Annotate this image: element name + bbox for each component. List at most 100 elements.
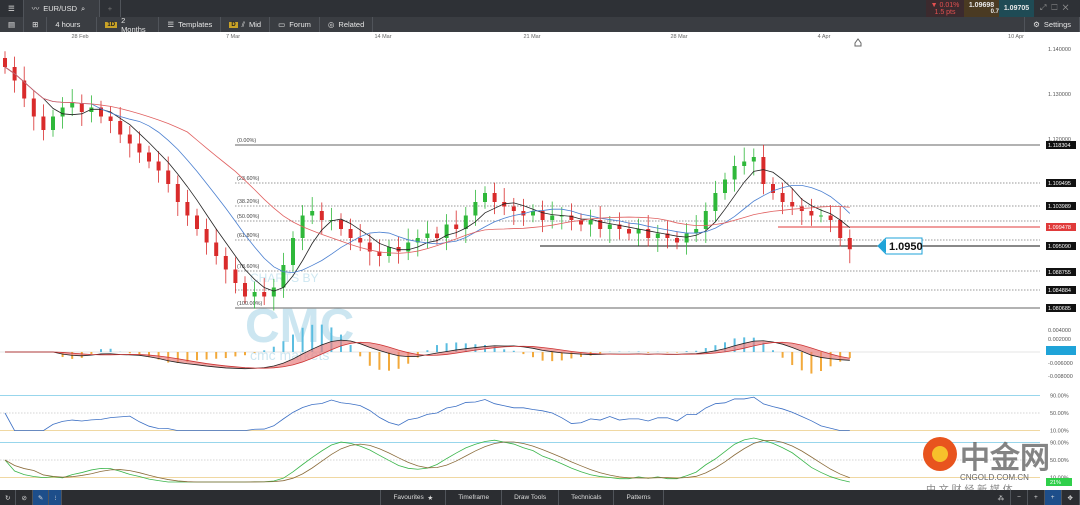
macd-histogram-bar bbox=[100, 349, 102, 352]
candle-body bbox=[454, 224, 459, 229]
price-type-select[interactable]: D ⫽ Mid bbox=[221, 17, 271, 32]
macd-histogram-bar bbox=[551, 352, 554, 362]
candle-body bbox=[166, 170, 171, 184]
candle-body bbox=[252, 292, 257, 297]
refresh-icon[interactable]: ↻ bbox=[0, 490, 17, 505]
candle-body bbox=[607, 224, 612, 229]
forum-button[interactable]: ▭ Forum bbox=[270, 17, 320, 32]
fib-label: (0.00%) bbox=[237, 138, 256, 144]
templates-button[interactable]: ☰ Templates bbox=[159, 17, 222, 32]
points-icon[interactable]: ⁝ bbox=[49, 490, 63, 505]
forum-label: Forum bbox=[289, 20, 311, 29]
tab-patterns[interactable]: Patterns bbox=[614, 490, 664, 505]
window-controls[interactable]: ⤢☐✕ bbox=[1040, 3, 1074, 13]
macd-histogram-bar bbox=[695, 350, 698, 352]
symbol-label: EUR/USD bbox=[43, 4, 77, 13]
candle-body bbox=[636, 229, 641, 234]
macd-histogram-bar bbox=[234, 352, 237, 357]
macd-histogram-bar bbox=[445, 343, 448, 352]
zoom-in-icon[interactable]: + bbox=[1028, 490, 1045, 505]
interval-select[interactable]: 4 hours bbox=[47, 17, 98, 32]
macd-histogram-bar bbox=[215, 352, 218, 359]
candle-body bbox=[233, 269, 238, 283]
tab-technicals[interactable]: Technicals bbox=[559, 490, 615, 505]
menu-icon[interactable]: ☰ bbox=[0, 0, 24, 17]
candle-body bbox=[358, 238, 363, 243]
zoom-out-icon[interactable]: − bbox=[1011, 490, 1028, 505]
candle-body bbox=[732, 166, 737, 180]
macd-histogram-bar bbox=[368, 352, 371, 366]
candle-body bbox=[156, 161, 161, 171]
candle-body bbox=[406, 242, 411, 252]
bid-button[interactable]: 1.09698 0.7 bbox=[964, 0, 999, 17]
settings-button[interactable]: ⚙ Settings bbox=[1024, 17, 1080, 32]
macd-histogram-bar bbox=[128, 352, 131, 354]
candle-body bbox=[223, 256, 228, 270]
macd-tick: -0.008000 bbox=[1048, 374, 1073, 380]
macd-histogram-bar bbox=[599, 352, 602, 354]
related-button[interactable]: ◎ Related bbox=[320, 17, 374, 32]
candle-body bbox=[348, 229, 353, 238]
crosshair-icon[interactable]: ⁂ bbox=[992, 490, 1012, 505]
candle-body bbox=[127, 134, 132, 144]
macd-histogram-bar bbox=[503, 349, 506, 352]
price-annotation[interactable]: 1.0950 bbox=[877, 237, 923, 255]
macd-histogram-bar bbox=[311, 324, 314, 352]
macd-histogram-bar bbox=[90, 352, 93, 354]
candle-body bbox=[627, 229, 631, 234]
tab-timeframe[interactable]: Timeframe bbox=[446, 490, 503, 505]
macd-tick: -0.006000 bbox=[1048, 361, 1073, 367]
price-chart[interactable]: 28 Feb 7 Mar 14 Mar 21 Mar 28 Mar 4 Apr 10 Apr… bbox=[0, 32, 1080, 490]
price-label: 1.118304 bbox=[1048, 143, 1071, 149]
tab-favourites[interactable]: Favourites ★ bbox=[380, 490, 447, 505]
macd-histogram-bar bbox=[253, 352, 256, 353]
candle-body bbox=[195, 215, 199, 229]
tab-draw-tools[interactable]: Draw Tools bbox=[502, 490, 560, 505]
chart-icon: 〰 bbox=[31, 4, 40, 13]
candle-body bbox=[70, 103, 75, 108]
technicals-label: Technicals bbox=[571, 494, 602, 501]
candle-body bbox=[243, 283, 247, 297]
grid-icon[interactable]: ⊞ bbox=[24, 17, 48, 32]
home-icon[interactable] bbox=[854, 38, 862, 47]
candle-body bbox=[339, 220, 343, 229]
change-pct: ▼ 0.01% bbox=[930, 1, 960, 9]
range-badge: 1D bbox=[105, 21, 118, 28]
symbol-tab[interactable]: 〰 EUR/USD ⌕ bbox=[23, 0, 100, 17]
cursor-icon[interactable]: + bbox=[1044, 490, 1062, 505]
candle-body bbox=[41, 116, 46, 130]
pan-icon[interactable]: ✥ bbox=[1062, 490, 1080, 505]
price-label: 1.080685 bbox=[1048, 306, 1071, 312]
x-axis-label: 21 Mar bbox=[523, 34, 540, 40]
macd-histogram-bar bbox=[388, 352, 390, 371]
candle-body bbox=[790, 202, 795, 207]
candle-body bbox=[214, 242, 219, 256]
candle-body bbox=[262, 292, 267, 297]
osc1-line bbox=[4, 396, 850, 432]
macd-current-bg bbox=[1046, 346, 1076, 355]
x-axis-label: 28 Mar bbox=[670, 34, 687, 40]
candle-body bbox=[387, 247, 391, 256]
disable-icon[interactable]: ⊘ bbox=[16, 490, 33, 505]
ask-button[interactable]: 1.09705 bbox=[999, 0, 1034, 17]
candle-body bbox=[838, 220, 843, 238]
candle-body bbox=[483, 193, 487, 202]
macd-histogram-bar bbox=[512, 350, 515, 352]
pencil-icon[interactable]: ✎ bbox=[32, 490, 50, 505]
candle-body bbox=[271, 287, 276, 297]
add-tab-button[interactable]: + bbox=[100, 0, 122, 17]
x-axis-label: 7 Mar bbox=[226, 34, 240, 40]
candle-body bbox=[185, 202, 190, 216]
layout-icon[interactable]: ▤ bbox=[0, 17, 25, 32]
range-select[interactable]: 1D 2 Months bbox=[97, 16, 160, 34]
price-label: 1.103989 bbox=[1048, 204, 1071, 210]
macd-histogram-bar bbox=[541, 352, 544, 361]
macd-histogram-bar bbox=[282, 341, 285, 352]
search-icon[interactable]: ⌕ bbox=[81, 4, 85, 14]
candle-body bbox=[51, 116, 55, 130]
macd-histogram-bar bbox=[244, 352, 246, 356]
candle-body bbox=[281, 265, 286, 288]
candle-body bbox=[723, 179, 727, 193]
macd-histogram-bar bbox=[781, 352, 784, 358]
price-tick: 1.140000 bbox=[1048, 47, 1071, 53]
